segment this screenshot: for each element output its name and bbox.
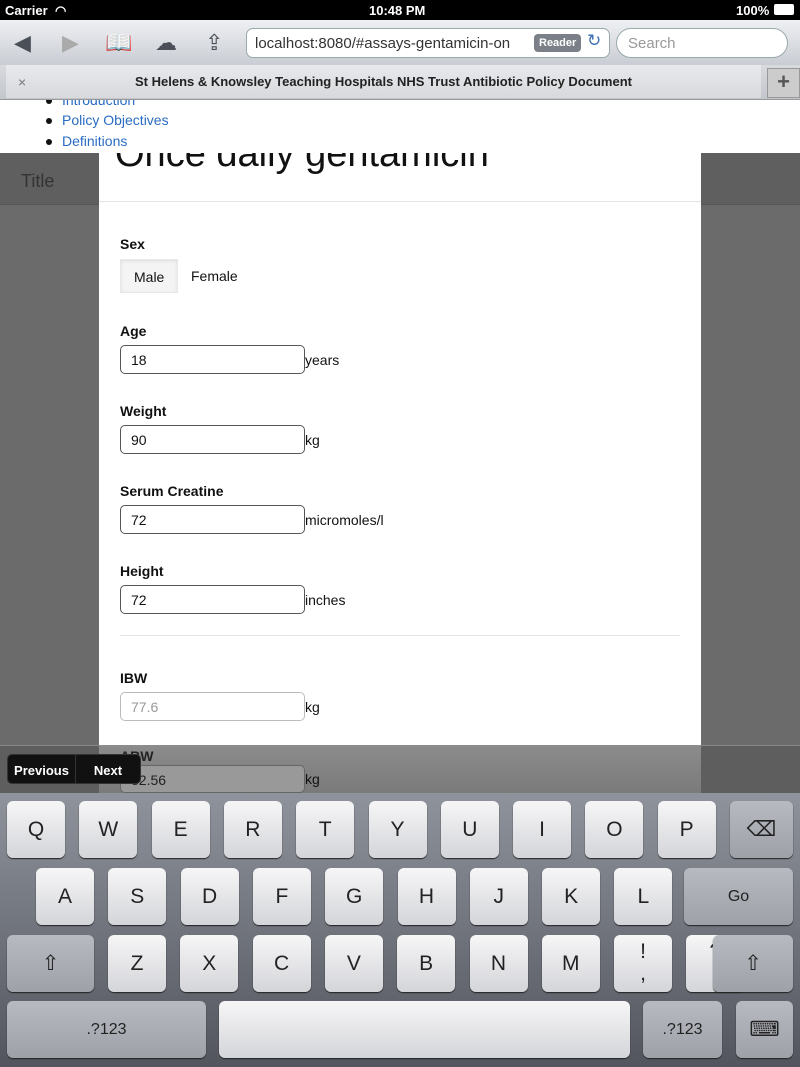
search-input[interactable]: Search bbox=[616, 28, 788, 58]
ibw-output: 77.6 bbox=[120, 692, 305, 721]
key-s[interactable]: S bbox=[108, 868, 167, 925]
key-exclaim-comma[interactable]: ! , bbox=[614, 935, 673, 992]
next-button[interactable]: Next bbox=[76, 755, 140, 783]
key-g[interactable]: G bbox=[325, 868, 384, 925]
age-label: Age bbox=[120, 323, 147, 339]
hide-keyboard-key[interactable]: ⌨ bbox=[736, 1001, 793, 1058]
tab-bar: St Helens & Knowsley Teaching Hospitals … bbox=[0, 65, 800, 100]
tab-active[interactable]: St Helens & Knowsley Teaching Hospitals … bbox=[6, 65, 761, 98]
clock: 10:48 PM bbox=[369, 3, 426, 18]
sex-female-button[interactable]: Female bbox=[178, 259, 251, 293]
background-title: Title bbox=[21, 171, 55, 191]
toc-list: Introduction Policy Objectives Definitio… bbox=[0, 100, 800, 153]
key-w[interactable]: W bbox=[79, 801, 138, 858]
go-key[interactable]: Go bbox=[684, 868, 793, 925]
key-y[interactable]: Y bbox=[368, 801, 427, 858]
toc-link[interactable]: Definitions bbox=[45, 133, 127, 149]
divider bbox=[99, 201, 701, 202]
toc-link[interactable]: Policy Objectives bbox=[46, 112, 169, 128]
creatine-unit: micromoles/l bbox=[305, 512, 384, 528]
modal-title: Once daily gentamicin bbox=[115, 153, 489, 175]
key-z[interactable]: Z bbox=[108, 935, 166, 992]
key-k[interactable]: K bbox=[542, 868, 601, 925]
back-icon[interactable]: ◀ bbox=[14, 30, 31, 56]
key-e[interactable]: E bbox=[151, 801, 210, 858]
key-b[interactable]: B bbox=[397, 935, 456, 992]
toc-link[interactable]: Introduction bbox=[45, 100, 135, 108]
icloud-icon[interactable]: ☁ bbox=[155, 30, 177, 56]
numbers-key-left[interactable]: .?123 bbox=[7, 1001, 206, 1058]
abw-output: 82.56 bbox=[120, 765, 305, 793]
carrier: Carrier bbox=[5, 3, 48, 18]
key-n[interactable]: N bbox=[469, 935, 528, 992]
wifi-icon: ◠ bbox=[55, 3, 67, 18]
key-a[interactable]: A bbox=[36, 868, 94, 925]
abw-unit: kg bbox=[305, 771, 320, 787]
key-f[interactable]: F bbox=[252, 868, 311, 925]
key-v[interactable]: V bbox=[324, 935, 383, 992]
age-input[interactable]: 18 bbox=[120, 345, 305, 374]
space-key[interactable] bbox=[219, 1001, 630, 1058]
bookmarks-icon[interactable]: 📖 bbox=[105, 30, 132, 56]
creatine-input[interactable]: 72 bbox=[120, 505, 305, 534]
sex-label: Sex bbox=[120, 236, 145, 252]
sex-male-button[interactable]: Male bbox=[120, 259, 179, 293]
key-h[interactable]: H bbox=[397, 868, 456, 925]
share-icon[interactable]: ⇪ bbox=[205, 30, 223, 56]
ibw-label: IBW bbox=[120, 670, 148, 686]
weight-input[interactable]: 90 bbox=[120, 425, 305, 454]
previous-button[interactable]: Previous bbox=[8, 755, 76, 783]
prev-next-control: Previous Next bbox=[7, 754, 141, 784]
key-r[interactable]: R bbox=[223, 801, 282, 858]
age-unit: years bbox=[305, 352, 340, 368]
key-p[interactable]: P bbox=[657, 801, 716, 858]
key-j[interactable]: J bbox=[469, 868, 528, 925]
key-u[interactable]: U bbox=[440, 801, 499, 858]
weight-label: Weight bbox=[120, 403, 167, 419]
height-unit: inches bbox=[305, 592, 346, 608]
url-field[interactable]: localhost:8080/#assays-gentamicin-on Rea… bbox=[246, 28, 610, 58]
reload-icon[interactable]: ↻ bbox=[587, 31, 601, 51]
forward-icon[interactable]: ▶ bbox=[62, 30, 79, 56]
battery-icon bbox=[774, 4, 794, 15]
reader-button[interactable]: Reader bbox=[534, 34, 582, 52]
key-i[interactable]: I bbox=[513, 801, 572, 858]
height-label: Height bbox=[120, 563, 164, 579]
key-l[interactable]: L bbox=[614, 868, 673, 925]
creatine-label: Serum Creatine bbox=[120, 483, 224, 499]
new-tab-button[interactable]: + bbox=[767, 68, 800, 98]
gentamicin-modal: Once daily gentamicin Sex Male Female Ag… bbox=[99, 153, 701, 793]
url-text: localhost:8080/#assays-gentamicin-on bbox=[255, 35, 511, 52]
numbers-key-right[interactable]: .?123 bbox=[643, 1001, 722, 1058]
key-q[interactable]: Q bbox=[7, 801, 65, 858]
status-bar: Carrier ◠ 10:48 PM 100% bbox=[0, 0, 800, 20]
browser-toolbar: ◀ ▶ 📖 ☁ ⇪ localhost:8080/#assays-gentami… bbox=[0, 20, 800, 65]
key-d[interactable]: D bbox=[180, 868, 239, 925]
backspace-key[interactable]: ⌫ bbox=[730, 801, 793, 858]
key-o[interactable]: O bbox=[585, 801, 644, 858]
key-x[interactable]: X bbox=[180, 935, 239, 992]
key-c[interactable]: C bbox=[252, 935, 311, 992]
close-tab-icon[interactable]: × bbox=[18, 74, 26, 90]
shift-key-right[interactable]: ⇧ bbox=[713, 935, 793, 992]
weight-unit: kg bbox=[305, 432, 320, 448]
key-m[interactable]: M bbox=[541, 935, 600, 992]
height-input[interactable]: 72 bbox=[120, 585, 305, 614]
key-t[interactable]: T bbox=[296, 801, 355, 858]
shift-key[interactable]: ⇧ bbox=[7, 935, 94, 992]
divider bbox=[120, 635, 680, 636]
battery-level: 100% bbox=[736, 3, 770, 18]
ibw-unit: kg bbox=[305, 699, 320, 715]
